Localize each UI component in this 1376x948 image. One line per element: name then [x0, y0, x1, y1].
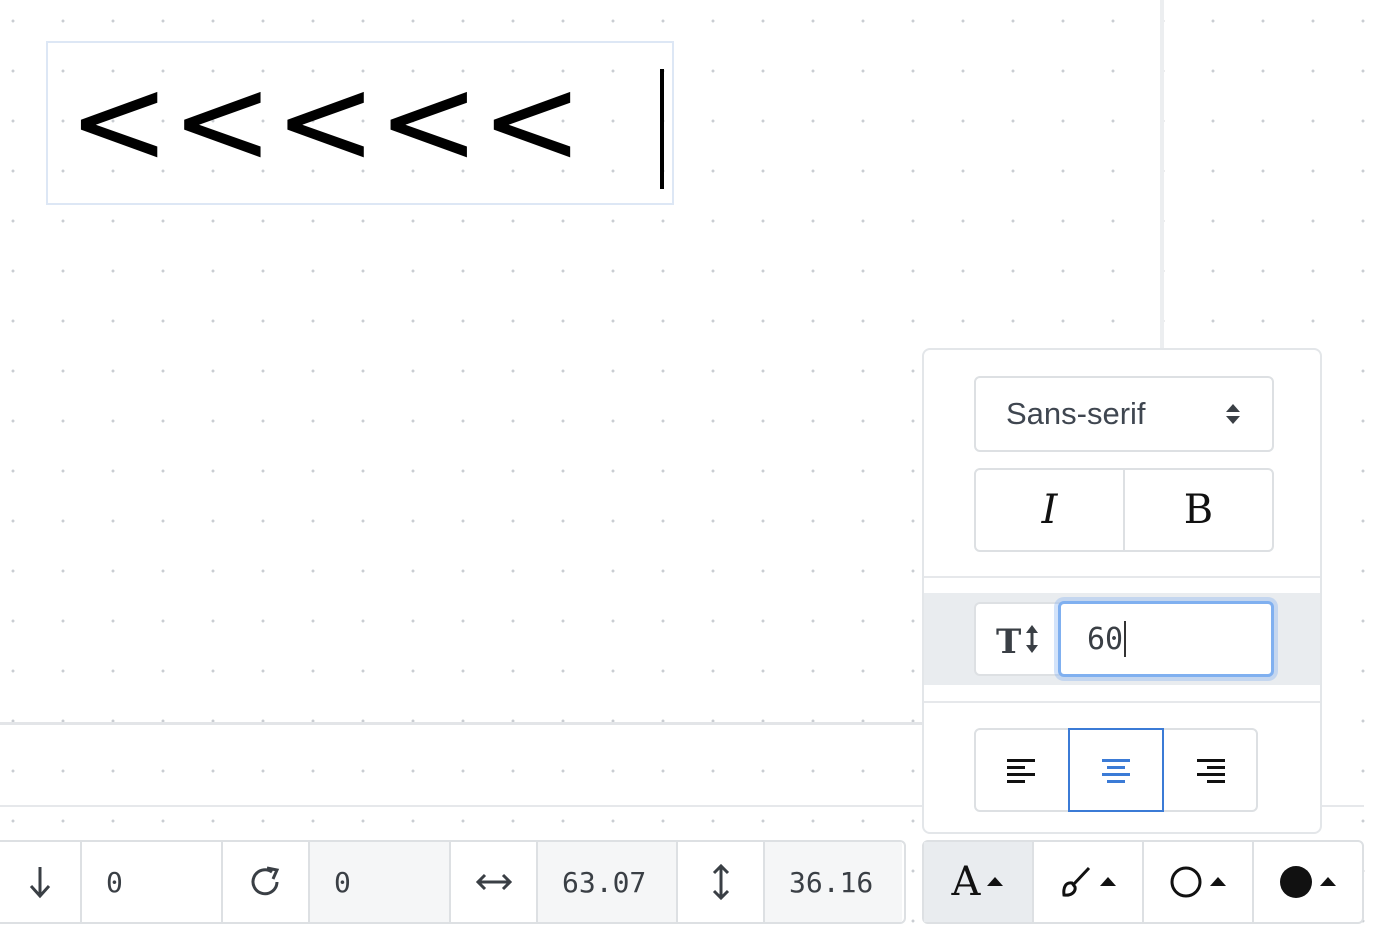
font-family-select[interactable]: Sans-serif	[974, 376, 1274, 452]
width-value: 63.07	[562, 865, 647, 899]
stroke-style-button[interactable]	[1032, 842, 1142, 922]
brush-icon	[1062, 866, 1091, 897]
rotation-value: 0	[334, 865, 351, 899]
font-family-value: Sans-serif	[1006, 396, 1146, 431]
text-align-group	[974, 728, 1258, 812]
height-icon	[676, 842, 763, 922]
italic-button[interactable]: I	[976, 470, 1123, 550]
caret-up-icon	[1100, 877, 1116, 886]
sort-arrows-icon	[1226, 404, 1240, 424]
fill-style-button[interactable]	[1252, 842, 1362, 922]
text-style-panel: Sans-serif I B T 60	[922, 348, 1322, 834]
text-element[interactable]: <<<<<	[46, 41, 674, 205]
align-center-icon	[1102, 759, 1130, 783]
caret-up-icon	[987, 877, 1004, 886]
y-position-value: 0	[106, 865, 123, 899]
bold-button[interactable]: B	[1123, 470, 1272, 550]
font-size-input[interactable]: 60	[1058, 601, 1274, 677]
caret-up-icon	[1210, 877, 1226, 886]
input-caret	[1124, 621, 1127, 657]
text-height-icon: T	[974, 602, 1060, 676]
caret-up-icon	[1320, 877, 1336, 886]
y-position-icon	[0, 842, 80, 922]
svg-text:T: T	[996, 622, 1021, 657]
transform-toolbar: 0 0 63.07 36.16	[0, 840, 906, 924]
align-right-icon	[1197, 759, 1225, 783]
canvas-guide-vertical	[1160, 0, 1164, 350]
text-style-label: A	[951, 859, 981, 905]
align-center-button[interactable]	[1068, 728, 1164, 812]
width-icon	[449, 842, 536, 922]
panel-divider	[924, 701, 1320, 703]
font-style-group: I B	[974, 468, 1274, 552]
align-left-button[interactable]	[976, 730, 1068, 810]
panel-divider	[924, 576, 1320, 578]
font-size-row: T 60	[924, 593, 1320, 685]
text-element-content[interactable]: <<<<<	[68, 51, 584, 191]
rotation-icon	[221, 842, 308, 922]
font-size-value: 60	[1087, 621, 1124, 657]
width-input[interactable]: 63.07	[536, 842, 676, 922]
text-caret	[660, 69, 664, 189]
canvas-guide-horizontal	[0, 722, 924, 725]
text-style-button[interactable]: A	[924, 842, 1032, 922]
y-position-input[interactable]: 0	[80, 842, 221, 922]
height-value: 36.16	[789, 865, 874, 899]
filled-circle-icon	[1280, 866, 1312, 898]
height-input[interactable]: 36.16	[763, 842, 902, 922]
shape-style-button[interactable]	[1142, 842, 1252, 922]
style-toolbar: A	[922, 840, 1364, 924]
align-left-icon	[1007, 759, 1035, 783]
align-right-button[interactable]	[1164, 730, 1256, 810]
circle-outline-icon	[1170, 866, 1202, 898]
rotation-input[interactable]: 0	[308, 842, 449, 922]
